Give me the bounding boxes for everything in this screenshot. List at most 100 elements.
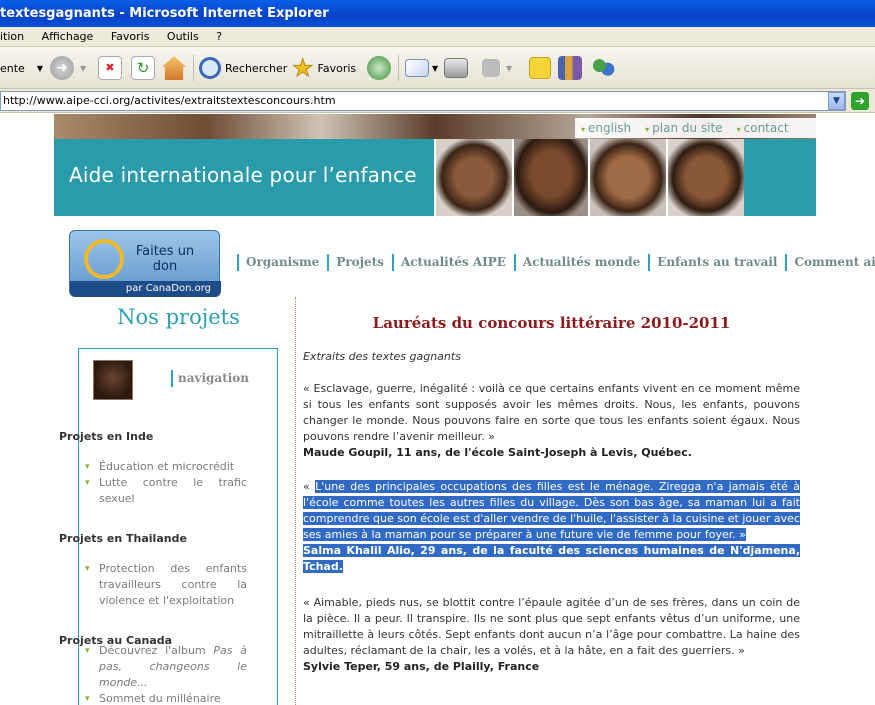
link-plan-du-site[interactable]: ▾ plan du site: [645, 121, 722, 135]
nav-enfants-au-travail[interactable]: Enfants au travail: [648, 254, 785, 271]
refresh-icon: ↻: [131, 56, 155, 80]
nav-comment-aider[interactable]: Comment aider: [785, 254, 875, 271]
child-photo: [588, 139, 666, 216]
link-trafic-sexuel[interactable]: Lutte contre le trafic sexuel: [99, 475, 247, 507]
menu-edition[interactable]: ition: [0, 27, 31, 47]
excerpt-1: « Esclavage, guerre, inégalité : voilà c…: [303, 381, 800, 461]
donate-label: Faites un don: [125, 244, 205, 274]
chevron-down-icon[interactable]: ▼: [506, 64, 512, 73]
link-education-microcredit[interactable]: Éducation et microcrédit: [99, 459, 247, 475]
column-divider: [295, 297, 296, 705]
excerpt-3-author: Sylvie Teper, 59 ans, de Plailly, France: [303, 660, 540, 673]
nav-actualites-aipe[interactable]: Actualités AIPE: [391, 254, 514, 271]
article-title: Lauréats du concours littéraire 2010-201…: [372, 314, 731, 332]
bullet-icon: [85, 462, 91, 472]
home-button[interactable]: [162, 54, 186, 82]
search-button[interactable]: Rechercher: [199, 54, 287, 82]
toolbar: ente ▼ ➜ ▼ ✖ ↻ Rechercher ★ Favoris ▼ ▼: [0, 47, 875, 89]
window-title-bar: textesgagnants - Microsoft Internet Expl…: [0, 0, 875, 27]
forward-button[interactable]: ➜ ▼: [50, 54, 86, 82]
menu-help[interactable]: ?: [209, 27, 229, 47]
album-text: Découvrez l'album: [99, 644, 214, 657]
article-subtitle: Extraits des textes gagnants: [303, 350, 461, 363]
star-icon: ★: [292, 54, 314, 82]
bullet-icon: [85, 646, 91, 656]
site-banner: Aide internationale pour l’enfance: [54, 139, 816, 216]
menu-bar: ition Affichage Favoris Outils ?: [0, 27, 875, 47]
edit-button[interactable]: ▼: [482, 54, 512, 82]
stop-button[interactable]: ✖: [98, 54, 122, 82]
child-photo: [512, 139, 588, 216]
mail-icon: [405, 59, 429, 77]
chevron-down-icon[interactable]: ▼: [432, 64, 438, 73]
chevron-down-icon[interactable]: ▼: [828, 92, 845, 110]
link-protection-enfants[interactable]: Protection des enfants travailleurs cont…: [99, 561, 247, 609]
excerpt-2-selected-text: L'une des principales occupations des fi…: [303, 480, 800, 541]
excerpt-2-text: « L'une des principales occupations des …: [303, 479, 800, 543]
chevron-down-icon[interactable]: ▼: [37, 64, 43, 73]
mail-button[interactable]: ▼: [405, 54, 438, 82]
child-photo: [666, 139, 744, 216]
excerpt-3: « Aimable, pieds nus, se blottit contre …: [303, 595, 800, 675]
excerpt-2-author: Salma Khalil Alio, 29 ans, de la faculté…: [303, 543, 800, 575]
nav-projets[interactable]: Projets: [327, 254, 392, 271]
category-thailande: Projets en Thailande: [59, 532, 187, 545]
nav-actualites-monde[interactable]: Actualités monde: [513, 254, 648, 271]
address-input[interactable]: http://www.aipe-cci.org/activites/extrai…: [0, 91, 846, 111]
back-button[interactable]: ente ▼: [0, 54, 43, 82]
search-label: Rechercher: [225, 61, 288, 75]
books-icon: [558, 56, 582, 80]
address-bar: http://www.aipe-cci.org/activites/extrai…: [0, 89, 875, 113]
refresh-button[interactable]: ↻: [131, 54, 155, 82]
bullet-icon: [85, 564, 91, 574]
link-album[interactable]: Découvrez l'album Pas à pas, changeons l…: [99, 643, 247, 691]
sidebar: Nos projets navigation Projets en Inde É…: [54, 297, 295, 705]
discuss-button[interactable]: [529, 54, 551, 82]
donate-sub: par CanaDon.org: [70, 281, 221, 297]
chevron-down-icon[interactable]: ▼: [80, 64, 86, 73]
article: Lauréats du concours littéraire 2010-201…: [303, 297, 800, 675]
link-english[interactable]: ▾ english: [581, 121, 631, 135]
menu-affichage[interactable]: Affichage: [35, 27, 101, 47]
stop-icon: ✖: [98, 56, 122, 80]
print-button[interactable]: [444, 54, 468, 82]
messenger-button[interactable]: [591, 54, 615, 82]
navigation-label: navigation: [171, 370, 249, 387]
child-thumbnail: [93, 360, 133, 400]
history-icon: [367, 56, 391, 80]
note-icon: [529, 57, 551, 79]
excerpt-2-author-selected: Salma Khalil Alio, 29 ans, de la faculté…: [303, 544, 800, 573]
edit-icon: [482, 59, 500, 77]
excerpt-1-author: Maude Goupil, 11 ans, de l'école Saint-J…: [303, 446, 692, 459]
research-button[interactable]: [558, 54, 582, 82]
child-photo: [434, 139, 512, 216]
bullet-icon: [85, 478, 91, 488]
search-icon: [199, 57, 221, 79]
donate-line1: Faites un: [135, 244, 195, 259]
excerpt-3-text: « Aimable, pieds nus, se blottit contre …: [303, 596, 800, 657]
go-button[interactable]: ➔: [851, 92, 869, 110]
favorites-label: Favoris: [317, 61, 357, 75]
donate-line2: don: [152, 259, 178, 274]
forward-arrow-icon: ➜: [50, 56, 74, 80]
home-icon: [162, 56, 186, 80]
history-button[interactable]: [367, 54, 391, 82]
sidebar-heading: Nos projets: [117, 305, 240, 329]
bullet-icon: [85, 694, 91, 704]
link-sommet-millenaire[interactable]: Sommet du millénaire: [99, 691, 247, 705]
excerpt-2: « L'une des principales occupations des …: [303, 479, 800, 575]
donate-button[interactable]: Faites un don par CanaDon.org: [69, 230, 221, 297]
menu-outils[interactable]: Outils: [160, 27, 206, 47]
messenger-icon: [591, 56, 615, 80]
excerpt-1-text: « Esclavage, guerre, inégalité : voilà c…: [303, 382, 800, 443]
main-nav: Organisme Projets Actualités AIPE Actual…: [237, 254, 875, 271]
site-title: Aide internationale pour l’enfance: [69, 163, 417, 187]
back-label: ente: [0, 61, 25, 75]
menu-favoris[interactable]: Favoris: [104, 27, 157, 47]
link-contact[interactable]: ▾ contact: [737, 121, 789, 135]
nav-organisme[interactable]: Organisme: [237, 254, 327, 271]
excerpt-2-quote-mark: «: [303, 480, 316, 493]
banner-edge: [744, 139, 816, 216]
favorites-button[interactable]: ★ Favoris: [292, 54, 357, 82]
category-inde: Projets en Inde: [59, 430, 154, 443]
